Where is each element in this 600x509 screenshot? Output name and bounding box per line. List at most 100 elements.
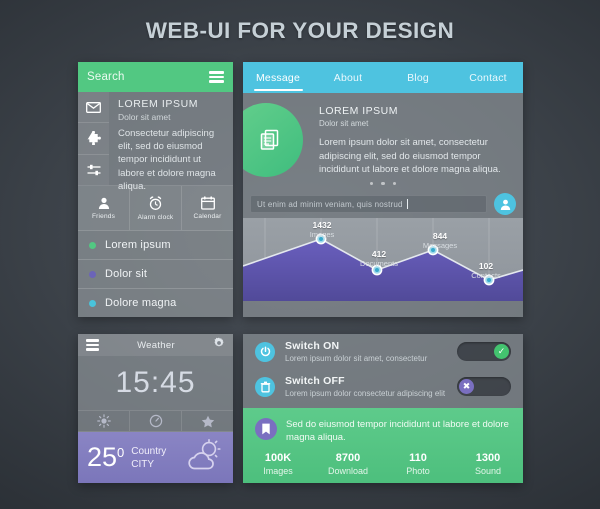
carousel-dots[interactable] [243, 181, 523, 185]
stat-photo: 110 Photo [383, 452, 453, 477]
stat-label: Sound [474, 466, 502, 476]
stat-value: 100K [264, 452, 292, 464]
page-title: WEB-UI FOR YOUR DESIGN [145, 18, 455, 43]
trash-icon [255, 376, 275, 397]
sidebar-panel: Search LOREM IPSUM Dolor sit amet Consec… [78, 62, 233, 317]
sidebar-tile-calendar[interactable]: Calendar [182, 186, 233, 230]
switch-off-subtitle: Lorem ipsum dolor consectetur adipiscing… [285, 388, 446, 398]
stat-label: Images [263, 466, 293, 476]
stats-row: 100K Images 8700 Download 110 Photo 1300… [243, 452, 523, 477]
weather-clock: 15:45 [78, 356, 233, 410]
weather-title: Weather [137, 339, 175, 351]
sidebar-article: LOREM IPSUM Dolor sit amet Consectetur a… [78, 92, 233, 192]
stats-banner-text: Sed do eiusmod tempor incididunt ut labo… [286, 419, 509, 443]
message-heading: LOREM IPSUM [319, 105, 399, 117]
stat-label: Download [327, 466, 369, 476]
puzzle-icon[interactable] [78, 123, 109, 155]
tab-bar: Message About Blog Contact [243, 62, 523, 93]
toggle-switch-off[interactable]: ✖ [457, 377, 511, 396]
weather-panel: Weather 15:45 250 Country CITY [78, 334, 233, 483]
sidebar-article-text: LOREM IPSUM Dolor sit amet Consectetur a… [109, 92, 233, 192]
chart-svg [243, 218, 523, 301]
tab-message[interactable]: Message [243, 62, 313, 93]
message-subheading: Dolor sit amet [319, 119, 369, 128]
chart-area-fill [243, 239, 523, 301]
content-panel: Message About Blog Contact LOREM IPSUM D… [243, 62, 523, 317]
documents-stack-icon [243, 103, 303, 177]
sun-behind-cloud-icon [184, 439, 224, 476]
message-body: Lorem ipsum dolor sit amet, consectetur … [319, 137, 501, 175]
stat-value: 8700 [335, 452, 361, 464]
app-root: WEB-UI FOR YOUR DESIGN Search LOREM IPSU… [0, 0, 600, 509]
search-bar[interactable]: Search [78, 62, 233, 92]
comment-input[interactable]: Ut enim ad minim veniam, quis nostrud [250, 195, 487, 213]
stats-banner-top: Sed do eiusmod tempor incididunt ut labo… [243, 408, 523, 444]
envelope-icon[interactable] [78, 92, 109, 124]
tab-blog[interactable]: Blog [383, 62, 453, 93]
bookmark-icon [255, 418, 277, 440]
weather-header: Weather [78, 334, 233, 356]
sidebar-article-body: Consectetur adipiscing elit, sed do eius… [118, 128, 216, 192]
status-dot [89, 241, 96, 249]
star-icon[interactable] [182, 411, 233, 431]
switches-panel: Switch ON Lorem ipsum dolor sit amet, co… [243, 334, 523, 483]
stat-images: 100K Images [243, 452, 313, 477]
switch-off-text: Switch OFF Lorem ipsum dolor consectetur… [285, 375, 447, 399]
weather-temperature: 250 [87, 442, 125, 472]
sidebar-tile-label: Friends [91, 213, 116, 220]
switch-on-subtitle: Lorem ipsum dolor sit amet, consectetur [285, 353, 428, 363]
degree-symbol: 0 [117, 445, 125, 460]
comment-input-row: Ut enim ad minim veniam, quis nostrud [243, 190, 523, 218]
weather-time: 15:45 [115, 366, 196, 399]
sidebar-tile-alarm-clock[interactable]: Alarm clock [130, 186, 182, 230]
switch-on-text: Switch ON Lorem ipsum dolor sit amet, co… [285, 340, 447, 364]
sliders-icon[interactable] [78, 154, 109, 185]
hamburger-icon[interactable] [86, 339, 99, 351]
weather-city: CITY [131, 458, 155, 470]
sidebar-tiles: Friends Alarm clock Calendar [78, 185, 233, 230]
stat-sound: 1300 Sound [453, 452, 523, 477]
weather-summary: 250 Country CITY [78, 432, 233, 483]
stat-value: 110 [409, 452, 427, 464]
sidebar-article-heading: LOREM IPSUM [118, 98, 199, 110]
sidebar-list: Lorem ipsum Dolor sit Dolore magna [78, 230, 233, 317]
user-avatar-icon[interactable] [494, 193, 516, 215]
message-block: LOREM IPSUM Dolor sit amet Lorem ipsum d… [243, 93, 523, 190]
list-item[interactable]: Dolore magna [78, 288, 233, 317]
stat-value: 1300 [475, 452, 501, 464]
sidebar-article-subheading: Dolor sit amet [118, 112, 171, 122]
switch-row-off: Switch OFF Lorem ipsum dolor consectetur… [243, 369, 523, 404]
cross-icon: ✖ [459, 379, 474, 394]
list-item-label: Lorem ipsum [105, 239, 171, 251]
sidebar-tile-label: Alarm clock [137, 213, 174, 221]
comment-input-value: Ut enim ad minim veniam, quis nostrud [257, 199, 403, 209]
sidebar-tile-label: Calendar [193, 213, 222, 220]
sidebar-icon-rail [78, 92, 109, 185]
hamburger-icon[interactable] [209, 71, 224, 83]
tab-about[interactable]: About [313, 62, 383, 93]
list-item[interactable]: Dolor sit [78, 259, 233, 288]
weather-action-bar [78, 410, 233, 432]
toggle-switch-on[interactable]: ✓ [457, 342, 511, 361]
weather-location: Country CITY [131, 445, 166, 471]
list-item[interactable]: Lorem ipsum [78, 230, 233, 259]
switch-on-title: Switch ON [285, 339, 340, 352]
stat-download: 8700 Download [313, 452, 383, 477]
storage-area-chart: 1432 Images 412 Documents 844 Messages 1… [243, 218, 523, 301]
weather-country: Country [131, 445, 167, 457]
power-icon [255, 341, 275, 362]
gear-icon[interactable] [213, 336, 225, 354]
status-dot [89, 299, 96, 307]
list-item-label: Dolore magna [105, 297, 177, 309]
stat-label: Photo [406, 466, 430, 476]
search-input[interactable]: Search [87, 71, 125, 83]
list-item-label: Dolor sit [105, 268, 148, 280]
tab-contact[interactable]: Contact [453, 62, 523, 93]
clock-icon[interactable] [130, 411, 182, 431]
sun-icon[interactable] [78, 411, 130, 431]
stats-banner: Sed do eiusmod tempor incididunt ut labo… [243, 408, 523, 483]
switch-row-on: Switch ON Lorem ipsum dolor sit amet, co… [243, 334, 523, 369]
status-dot [89, 270, 96, 278]
sidebar-tile-friends[interactable]: Friends [78, 186, 130, 230]
switch-off-title: Switch OFF [285, 374, 345, 387]
